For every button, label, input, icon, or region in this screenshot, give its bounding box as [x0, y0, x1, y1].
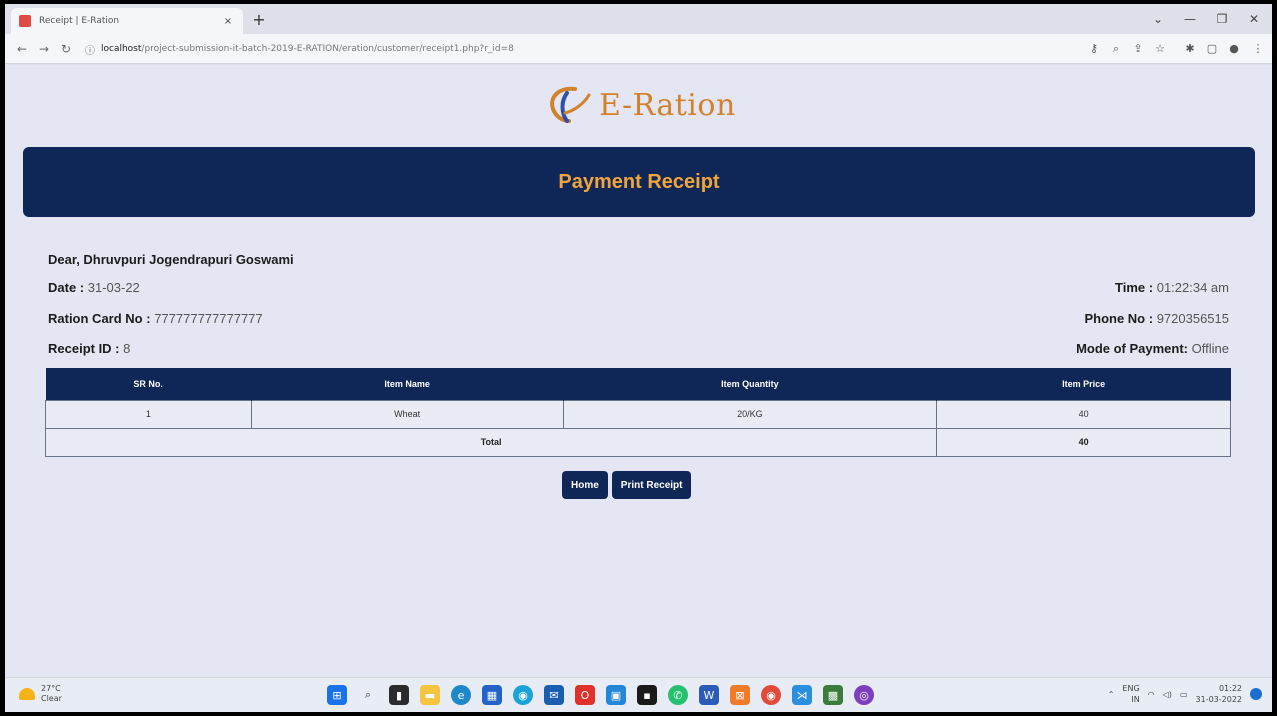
column-header: SR No.	[45, 368, 252, 400]
search-icon[interactable]: ⌕	[358, 685, 378, 705]
taskbar: 27°C Clear ⊞ ⌕ ▮ ▬ e ▦ ◉ ✉ O ▣ ▪ ✆ W ⊠ ◉…	[5, 677, 1272, 712]
whatsapp-icon[interactable]: ✆	[668, 685, 688, 705]
office-icon[interactable]: O	[575, 685, 595, 705]
weather-widget[interactable]: 27°C Clear	[19, 684, 62, 704]
back-icon[interactable]: ←	[13, 40, 31, 58]
table-cell: 20/KG	[562, 399, 938, 429]
vscode-icon[interactable]: ⋊	[792, 685, 812, 705]
edge-icon[interactable]: e	[451, 685, 471, 705]
bookmark-star-icon[interactable]: ☆	[1151, 40, 1169, 58]
browser-tab[interactable]: Receipt | E-Ration ×	[11, 8, 243, 34]
tab-search-icon[interactable]: ⌄	[1145, 10, 1171, 28]
start-icon[interactable]: ⊞	[327, 685, 347, 705]
total-value: 40	[936, 427, 1231, 457]
maximize-button[interactable]: ❐	[1209, 10, 1235, 28]
url-text: localhost/project-submission-it-batch-20…	[101, 44, 514, 54]
close-window-button[interactable]: ✕	[1241, 10, 1267, 28]
share-icon[interactable]: ⇪	[1129, 40, 1147, 58]
e-ration-logo-icon	[550, 86, 591, 123]
chevron-up-icon[interactable]: ⌃	[1108, 690, 1115, 699]
phone-field: Phone No : 9720356515	[1084, 311, 1229, 326]
extensions-icon[interactable]: ✱	[1181, 40, 1199, 58]
word-icon[interactable]: W	[699, 685, 719, 705]
date-field: Date : 31-03-22	[48, 280, 140, 295]
table-cell: Wheat	[250, 399, 564, 429]
clock[interactable]: 01:22 31-03-2022	[1196, 683, 1243, 705]
profile-icon[interactable]: ●	[1225, 40, 1243, 58]
taskbar-apps: ⊞ ⌕ ▮ ▬ e ▦ ◉ ✉ O ▣ ▪ ✆ W ⊠ ◉ ⋊ ▩ ◎	[327, 685, 874, 705]
logo-text: E-Ration	[599, 87, 736, 123]
volume-icon[interactable]: ◁)	[1163, 690, 1172, 699]
terminal-icon[interactable]: ▪	[637, 685, 657, 705]
home-button[interactable]: Home	[562, 471, 608, 499]
payment-mode-field: Mode of Payment: Offline	[1076, 341, 1229, 356]
browser-tab-bar: Receipt | E-Ration × + ⌄ — ❐ ✕	[5, 4, 1272, 34]
notification-icon[interactable]	[1250, 688, 1262, 700]
reload-icon[interactable]: ↻	[57, 40, 75, 58]
menu-icon[interactable]: ⋮	[1249, 40, 1267, 58]
file-explorer-icon[interactable]: ▬	[420, 685, 440, 705]
address-bar[interactable]: ⓘ localhost/project-submission-it-batch-…	[85, 39, 1005, 59]
podcast-icon[interactable]: ◎	[854, 685, 874, 705]
language-indicator[interactable]: ENG IN	[1122, 683, 1139, 705]
column-header: Item Price	[936, 368, 1231, 400]
table-row: 1 Wheat 20/KG 40	[45, 399, 1231, 429]
temperature: 27°C	[41, 684, 61, 693]
table-cell: 40	[936, 399, 1231, 429]
total-row: Total 40	[44, 427, 1231, 457]
print-receipt-button[interactable]: Print Receipt	[611, 471, 692, 499]
system-tray: ⌃ ENG IN ◠ ◁) ▭ 01:22 31-03-2022	[1108, 683, 1262, 705]
browser-toolbar: ← → ↻ ⓘ localhost/project-submission-it-…	[5, 34, 1272, 64]
task-view-icon[interactable]: ▮	[389, 685, 409, 705]
minimize-button[interactable]: —	[1177, 10, 1203, 28]
weather-condition: Clear	[41, 694, 62, 703]
table-cell: 1	[45, 399, 252, 429]
receipt-banner: Payment Receipt	[23, 147, 1255, 217]
zoom-icon[interactable]: ⌕	[1107, 40, 1125, 58]
screen-frame: Receipt | E-Ration × + ⌄ — ❐ ✕ ← → ↻ ⓘ l…	[5, 4, 1272, 712]
new-tab-button[interactable]: +	[249, 10, 269, 30]
wifi-icon[interactable]: ◠	[1148, 690, 1155, 699]
receipt-id-field: Receipt ID : 8	[48, 341, 131, 356]
minecraft-icon[interactable]: ▩	[823, 685, 843, 705]
mail-icon[interactable]: ✉	[544, 685, 564, 705]
tab-title: Receipt | E-Ration	[39, 16, 120, 26]
store-icon[interactable]: ▦	[482, 685, 502, 705]
items-table: SR No. Item Name Item Quantity Item Pric…	[44, 368, 1231, 457]
battery-icon[interactable]: ▭	[1180, 690, 1188, 699]
greeting-text: Dear, Dhruvpuri Jogendrapuri Goswami	[48, 252, 294, 267]
time-field: Time : 01:22:34 am	[1115, 280, 1229, 295]
page-content: E-Ration Payment Receipt Dear, Dhruvpuri…	[5, 65, 1272, 677]
chrome-profile-icon[interactable]: ◉	[761, 685, 781, 705]
column-header: Item Name	[251, 368, 564, 400]
close-tab-icon[interactable]: ×	[221, 16, 235, 27]
xampp-icon[interactable]: ⊠	[730, 685, 750, 705]
table-header-row: SR No. Item Name Item Quantity Item Pric…	[45, 368, 1231, 400]
ration-card-field: Ration Card No : 777777777777777	[48, 311, 263, 326]
site-logo[interactable]: E-Ration	[545, 83, 736, 127]
action-buttons: Home Print Receipt	[562, 471, 692, 499]
photos-icon[interactable]: ▣	[606, 685, 626, 705]
chrome-icon[interactable]: ◉	[513, 685, 533, 705]
weather-icon	[19, 688, 35, 700]
sidebar-icon[interactable]: ▢	[1203, 40, 1221, 58]
info-icon[interactable]: ⓘ	[85, 42, 95, 57]
column-header: Item Quantity	[563, 368, 938, 400]
key-icon[interactable]: ⚷	[1085, 40, 1103, 58]
forward-icon[interactable]: →	[35, 40, 53, 58]
total-label: Total	[44, 427, 938, 457]
favicon-icon	[19, 15, 31, 27]
page-title: Payment Receipt	[558, 170, 720, 193]
